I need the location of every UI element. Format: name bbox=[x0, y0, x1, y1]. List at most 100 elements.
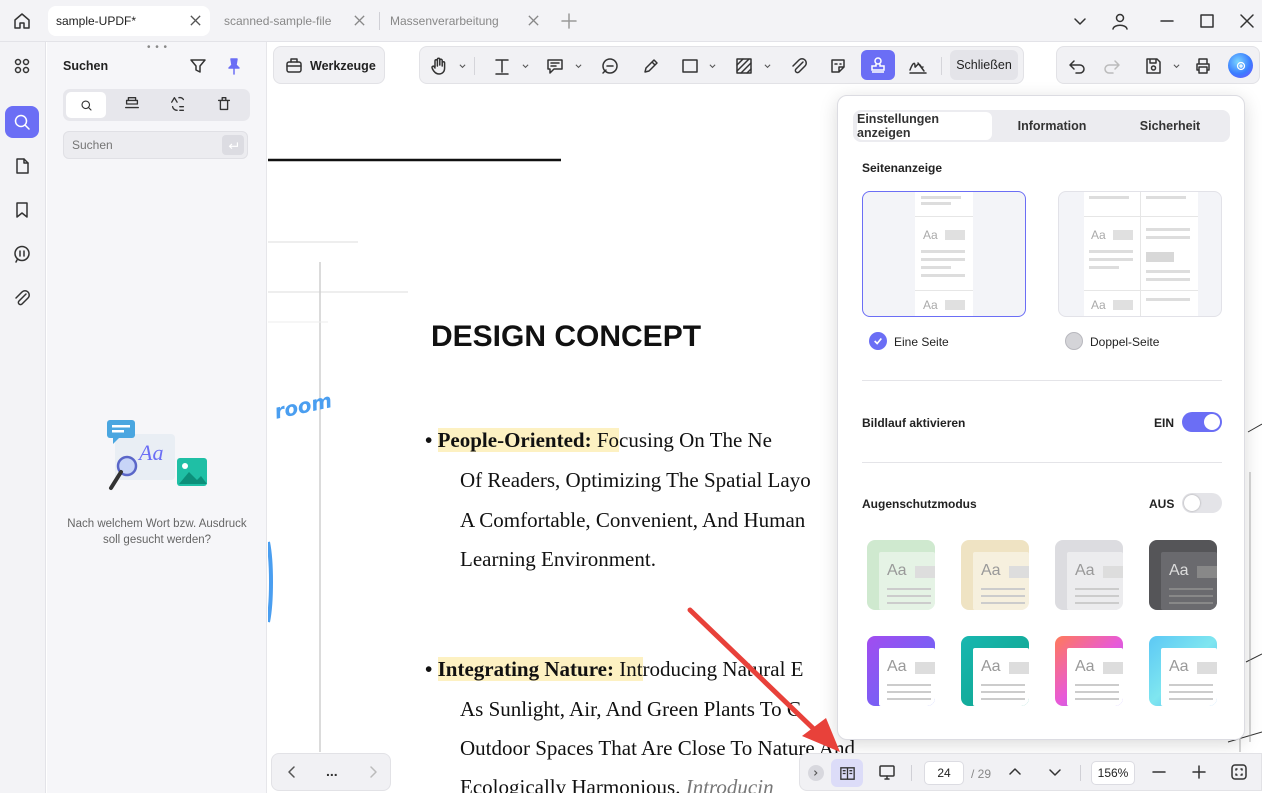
scroll-state-label: EIN bbox=[1154, 416, 1175, 430]
hand-tool-icon[interactable] bbox=[428, 55, 450, 77]
page-display-button[interactable] bbox=[831, 759, 863, 787]
rectangle-tool-icon[interactable] bbox=[679, 55, 701, 77]
thumbnails-icon[interactable] bbox=[5, 50, 39, 82]
comments-icon[interactable] bbox=[5, 238, 39, 270]
pin-icon[interactable] bbox=[224, 56, 244, 76]
sticker-tool-icon[interactable] bbox=[827, 55, 849, 77]
bullet-1-line-3: A Comfortable, Convenient, And Human bbox=[460, 508, 806, 532]
delete-search-icon[interactable] bbox=[215, 95, 233, 113]
comment-tool-caret-icon[interactable] bbox=[575, 63, 582, 70]
theme-sample-text: Aa bbox=[981, 658, 1001, 675]
zoom-out-icon[interactable] bbox=[1149, 762, 1169, 782]
hand-tool-caret-icon[interactable] bbox=[459, 63, 466, 70]
scroll-toggle[interactable] bbox=[1182, 412, 1222, 432]
callout-tool-icon[interactable] bbox=[599, 55, 621, 77]
eye-protection-toggle[interactable] bbox=[1182, 493, 1222, 513]
zoom-in-icon[interactable] bbox=[1189, 762, 1209, 782]
signature-tool-icon[interactable] bbox=[907, 55, 929, 77]
redact-search-icon[interactable] bbox=[123, 95, 141, 113]
shape-tool-caret-icon[interactable] bbox=[709, 63, 716, 70]
pencil-tool-icon[interactable] bbox=[640, 55, 662, 77]
user-icon[interactable] bbox=[1110, 11, 1130, 31]
attach-file-tool-icon[interactable] bbox=[788, 55, 810, 77]
double-page-option[interactable]: Aa Aa bbox=[1058, 191, 1222, 317]
comment-tool-icon[interactable] bbox=[544, 55, 566, 77]
previous-icon[interactable] bbox=[282, 762, 302, 782]
theme-preview-page: Aa bbox=[879, 648, 935, 706]
double-page-radio[interactable] bbox=[1065, 332, 1083, 350]
close-tools-button[interactable]: Schließen bbox=[950, 50, 1018, 80]
next-icon[interactable] bbox=[363, 762, 383, 782]
search-input[interactable] bbox=[72, 137, 212, 153]
page-number-box[interactable]: 24 bbox=[924, 761, 964, 785]
save-icon[interactable] bbox=[1142, 55, 1164, 77]
theme-sample-text: Aa bbox=[981, 562, 1001, 579]
minimize-icon[interactable] bbox=[1157, 11, 1177, 31]
theme-sunset[interactable]: Aa bbox=[1055, 636, 1123, 706]
tab-massenverarbeitung[interactable]: Massenverarbeitung bbox=[390, 6, 546, 36]
single-page-option[interactable]: Aa Aa bbox=[862, 191, 1026, 317]
search-rail-button[interactable] bbox=[5, 106, 39, 138]
tab-information[interactable]: Information bbox=[998, 112, 1106, 140]
replace-icon[interactable] bbox=[169, 95, 187, 113]
utility-toolbar bbox=[1056, 46, 1260, 84]
bookmark-icon[interactable] bbox=[5, 194, 39, 226]
chevron-down-icon[interactable] bbox=[1070, 11, 1090, 31]
theme-teal[interactable]: Aa bbox=[961, 636, 1029, 706]
new-tab-plus-icon[interactable] bbox=[559, 11, 579, 31]
close-tab-icon[interactable] bbox=[527, 14, 540, 27]
single-page-radio[interactable] bbox=[869, 332, 887, 350]
fit-page-icon[interactable] bbox=[1229, 762, 1249, 782]
presentation-icon[interactable] bbox=[877, 762, 897, 782]
drag-handle[interactable]: • • • bbox=[147, 42, 168, 53]
more-options-button[interactable]: ... bbox=[326, 763, 338, 779]
maximize-icon[interactable] bbox=[1197, 11, 1217, 31]
current-page: 24 bbox=[937, 766, 951, 780]
tab-display-settings[interactable]: Einstellungen anzeigen bbox=[857, 112, 992, 140]
filter-icon[interactable] bbox=[188, 56, 208, 76]
hatch-tool-caret-icon[interactable] bbox=[764, 63, 771, 70]
theme-sky[interactable]: Aa bbox=[1149, 636, 1217, 706]
collapse-bar-icon[interactable] bbox=[808, 765, 824, 781]
close-tab-icon[interactable] bbox=[353, 14, 366, 27]
tab-scanned-sample-file[interactable]: scanned-sample-file bbox=[224, 6, 372, 36]
bullet-1-line-2: Of Readers, Optimizing The Spatial Layo bbox=[460, 468, 811, 492]
ai-assistant-icon[interactable] bbox=[1228, 53, 1253, 78]
title-bar: sample-UPDF* scanned-sample-file Massenv… bbox=[0, 0, 1262, 42]
theme-light-gray[interactable]: Aa bbox=[1055, 540, 1123, 610]
theme-beige[interactable]: Aa bbox=[961, 540, 1029, 610]
theme-dark[interactable]: Aa bbox=[1149, 540, 1217, 610]
text-tool-icon[interactable] bbox=[491, 55, 513, 77]
text-tool-caret-icon[interactable] bbox=[522, 63, 529, 70]
annotation-toolbar: Schließen bbox=[419, 46, 1024, 84]
search-text-tab[interactable] bbox=[66, 92, 106, 118]
search-input-wrap bbox=[63, 131, 248, 159]
print-icon[interactable] bbox=[1192, 55, 1214, 77]
tab-sample-updf[interactable]: sample-UPDF* bbox=[48, 6, 210, 36]
enter-search-button[interactable] bbox=[222, 135, 244, 155]
undo-icon[interactable] bbox=[1066, 55, 1088, 77]
theme-sample-text: Aa bbox=[887, 658, 907, 675]
svg-text:Aa: Aa bbox=[137, 440, 163, 465]
theme-sample-text: Aa bbox=[1075, 562, 1095, 579]
search-mode-tabs bbox=[63, 89, 250, 121]
zoom-level-box[interactable]: 156% bbox=[1091, 761, 1135, 785]
theme-purple[interactable]: Aa bbox=[867, 636, 935, 706]
page-up-icon[interactable] bbox=[1005, 762, 1025, 782]
bullet-2-line-4: Ecologically Harmonious. Introducin bbox=[460, 775, 774, 793]
home-icon[interactable] bbox=[12, 11, 32, 31]
save-caret-icon[interactable] bbox=[1173, 63, 1180, 70]
search-empty-hint: Nach welchem Wort bzw. Ausdruck soll ges… bbox=[47, 516, 267, 548]
page-down-icon[interactable] bbox=[1045, 762, 1065, 782]
close-window-icon[interactable] bbox=[1237, 11, 1257, 31]
hatch-area-tool-icon[interactable] bbox=[733, 55, 755, 77]
theme-green[interactable]: Aa bbox=[867, 540, 935, 610]
stamp-tool-button[interactable] bbox=[861, 50, 895, 80]
redo-icon[interactable] bbox=[1101, 55, 1123, 77]
tools-button[interactable]: Werkzeuge bbox=[273, 46, 385, 84]
tab-security[interactable]: Sicherheit bbox=[1116, 112, 1224, 140]
double-page-label: Doppel-Seite bbox=[1090, 335, 1160, 349]
attachment-icon[interactable] bbox=[5, 282, 39, 314]
close-tab-icon[interactable] bbox=[189, 14, 202, 27]
pages-icon[interactable] bbox=[5, 150, 39, 182]
